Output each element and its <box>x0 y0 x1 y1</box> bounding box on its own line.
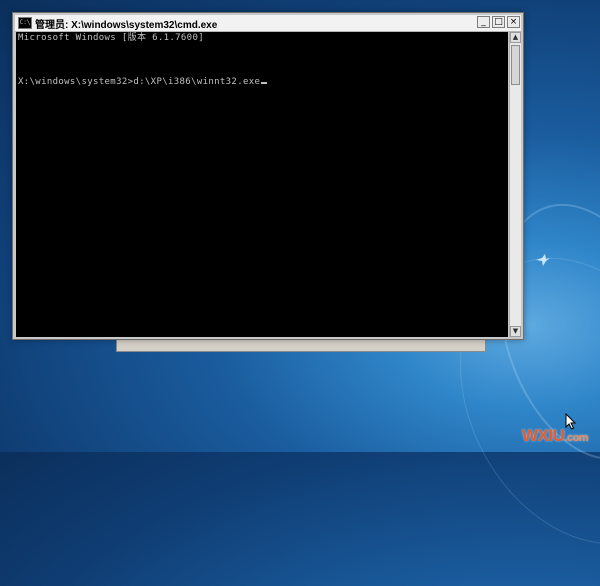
watermark-suffix: .com <box>564 432 589 444</box>
scroll-thumb[interactable] <box>511 45 520 85</box>
text-cursor <box>261 82 268 84</box>
watermark-brand: WXIU <box>522 426 565 445</box>
console-line: Microsoft Windows [版本 6.1.7600] <box>18 33 204 43</box>
desktop: { "window": { "title": "管理员: X:\\windows… <box>0 0 600 586</box>
close-button[interactable]: × <box>507 16 520 28</box>
cmd-icon[interactable]: C:\ <box>18 17 32 29</box>
window-title: 管理员: X:\windows\system32\cmd.exe <box>35 20 218 31</box>
vertical-scrollbar[interactable]: ▲ ▼ <box>509 32 521 337</box>
maximize-button[interactable]: □ <box>492 16 505 28</box>
watermark-logo: WXIU.com <box>522 426 589 446</box>
cmd-window[interactable]: C:\ 管理员: X:\windows\system32\cmd.exe _ □… <box>12 12 524 340</box>
command-text: X:\windows\system32>d:\XP\i386\winnt32.e… <box>18 77 261 87</box>
console-prompt-line[interactable]: X:\windows\system32>d:\XP\i386\winnt32.e… <box>18 77 268 88</box>
title-bar[interactable]: C:\ 管理员: X:\windows\system32\cmd.exe _ □… <box>15 15 521 32</box>
scroll-up-arrow-icon[interactable]: ▲ <box>510 32 521 43</box>
console-output[interactable]: Microsoft Windows [版本 6.1.7600] X:\windo… <box>16 32 508 337</box>
scroll-down-arrow-icon[interactable]: ▼ <box>510 326 521 337</box>
minimize-button[interactable]: _ <box>477 16 490 28</box>
bird-icon <box>536 254 550 266</box>
